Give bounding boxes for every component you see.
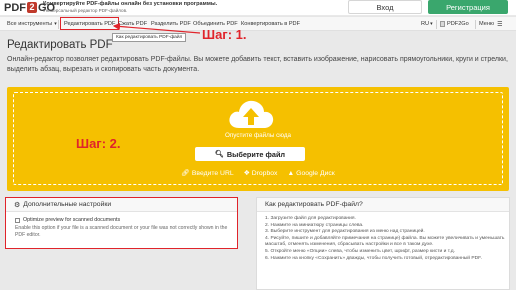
gears-icon: ⚙	[14, 201, 21, 209]
choose-file-button[interactable]: 🔍︎ Выберите файл	[195, 147, 305, 161]
dropbox-link[interactable]: ❖ Dropbox	[243, 169, 278, 178]
nav-all-tools[interactable]: Все инструменты ▾	[7, 17, 57, 31]
how-to-title: Как редактировать PDF-файл?	[257, 198, 509, 212]
choose-file-label: Выберите файл	[226, 149, 286, 159]
list-item: 6. Нажмите на кнопку «Сохранить» дважды,…	[265, 255, 482, 261]
brand-label: PDF2Go	[447, 21, 469, 27]
optimize-preview-description: Enable this option if your file is a sca…	[15, 225, 228, 238]
step2-label: Шаг: 2.	[76, 136, 121, 151]
page-root: PDF 2 GO Конвертируйте PDF-файлы онлайн …	[0, 0, 516, 290]
tools-navbar: Все инструменты ▾ Редактировать PDF Сжат…	[0, 16, 516, 31]
list-item: 3. Выберите инструмент для редактировани…	[265, 229, 425, 235]
site-header: PDF 2 GO Конвертируйте PDF-файлы онлайн …	[0, 0, 516, 15]
nav-compress-pdf[interactable]: Сжать PDF	[118, 17, 147, 31]
logo-text-left: PDF	[4, 1, 26, 14]
list-item: 5. Откройте меню «Опции» слева, чтобы из…	[265, 248, 455, 254]
list-item: 4. Рисуйте, пишите и добавляйте примечан…	[265, 235, 505, 248]
nav-divider	[58, 20, 59, 29]
page-description: Онлайн-редактор позволяет редактировать …	[7, 56, 508, 73]
nav-all-tools-label: Все инструменты	[7, 21, 53, 27]
brand-link[interactable]: PDF2Go	[440, 17, 469, 31]
tagline: Конвертируйте PDF-файлы онлайн без устан…	[43, 1, 263, 14]
register-button[interactable]: Регистрация	[428, 0, 508, 14]
how-to-panel: Как редактировать PDF-файл? 1. Загрузите…	[256, 197, 510, 290]
nav-convert-pdf[interactable]: Конвертировать в PDF	[241, 17, 300, 31]
optimize-preview-label: Optimize preview for scanned documents	[23, 217, 121, 223]
edit-pdf-tooltip: Как редактировать PDF-файл	[112, 33, 187, 42]
menu-button[interactable]: Меню ☰	[479, 17, 503, 31]
language-label: RU	[421, 21, 430, 27]
optimize-preview-checkbox[interactable]	[15, 217, 20, 223]
google-drive-label: Google Диск	[296, 169, 335, 177]
nav-edit-pdf[interactable]: Редактировать PDF	[60, 17, 120, 30]
login-button[interactable]: Вход	[348, 0, 422, 14]
chevron-down-icon: ▾	[430, 21, 433, 27]
page-title: Редактировать PDF	[7, 39, 113, 51]
nav-split-pdf[interactable]: Разделить PDF	[151, 17, 191, 31]
chevron-down-icon: ▾	[54, 21, 57, 27]
menu-label: Меню	[479, 21, 495, 27]
nav-divider	[475, 20, 476, 29]
hamburger-icon: ☰	[497, 21, 503, 28]
logo-text-mid: 2	[27, 2, 37, 13]
dropbox-icon: ❖	[243, 170, 250, 177]
list-item: 1. Загрузите файл для редактирования.	[265, 216, 356, 221]
optimize-preview-option[interactable]: Optimize preview for scanned documents	[15, 217, 120, 223]
link-icon: 🔗︎	[181, 170, 190, 177]
how-to-steps: 1. Загрузите файл для редактирования. 2.…	[265, 216, 505, 262]
cloud-upload-icon	[229, 100, 274, 128]
background-strip	[0, 251, 250, 290]
pdf-icon	[440, 21, 445, 27]
advanced-settings-title: Дополнительные настройки	[23, 201, 112, 208]
google-drive-link[interactable]: ▲ Google Диск	[287, 169, 334, 177]
google-drive-icon: ▲	[287, 169, 295, 177]
step1-label: Шаг: 1.	[202, 27, 247, 42]
dropbox-label: Dropbox	[251, 169, 278, 177]
search-icon: 🔍︎	[214, 151, 224, 158]
language-selector[interactable]: RU ▾	[421, 17, 433, 31]
advanced-settings-panel: ⚙ Дополнительные настройки Optimize prev…	[5, 197, 238, 249]
enter-url-link[interactable]: 🔗︎ Введите URL	[181, 169, 234, 178]
tagline-sub: Универсальный редактор PDF-файлов.	[43, 7, 128, 13]
nav-divider	[436, 20, 437, 29]
upload-sources: 🔗︎ Введите URL ❖ Dropbox ▲ Google Диск	[7, 169, 509, 178]
enter-url-label: Введите URL	[191, 169, 234, 177]
advanced-settings-header: ⚙ Дополнительные настройки	[6, 198, 237, 212]
